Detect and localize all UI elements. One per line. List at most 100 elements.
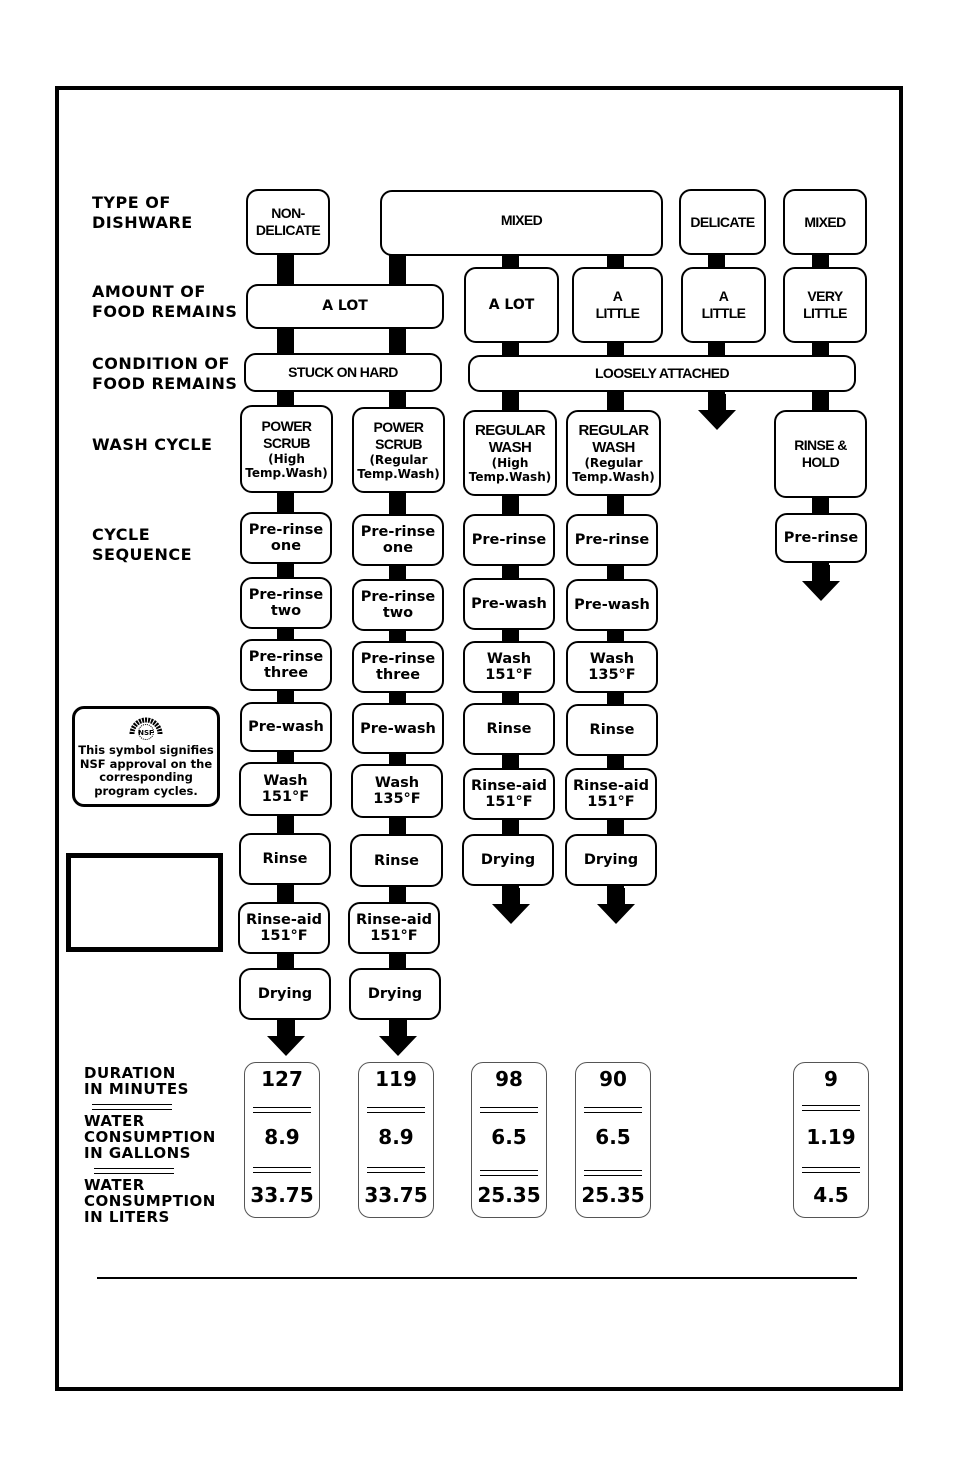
gallons-value: 8.9 <box>378 1125 414 1149</box>
duration-value: 9 <box>824 1067 838 1091</box>
label-wash-cycle: WASH CYCLE <box>92 435 213 454</box>
arrow-down-icon <box>379 1020 417 1056</box>
stats-box: 90 6.5 25.35 <box>575 1062 651 1218</box>
amount-a-little-1: A LITTLE <box>572 267 663 343</box>
cycle-name: POWER SCRUB <box>261 418 312 451</box>
double-line <box>802 1105 860 1111</box>
cycle-power-scrub-regular: POWER SCRUB (Regular Temp.Wash) <box>352 407 445 493</box>
arrow-down-icon <box>802 565 840 601</box>
step-box: Pre-rinse one <box>352 514 444 566</box>
step-box: Wash 151°F <box>463 641 555 693</box>
step-box: Drying <box>565 834 657 886</box>
dishware-delicate: DELICATE <box>679 189 766 255</box>
step-box: Pre-wash <box>352 703 444 754</box>
step-box: Rinse-aid 151°F <box>348 902 440 954</box>
cycle-subtitle: (High Temp.Wash) <box>245 452 328 480</box>
step-box: Wash 151°F <box>239 762 332 816</box>
step-box: Pre-rinse one <box>240 512 332 564</box>
step-box: Rinse <box>463 703 555 755</box>
double-line <box>584 1107 642 1113</box>
condition-loosely-attached: LOOSELY ATTACHED <box>468 355 856 392</box>
label-separator <box>94 1168 174 1174</box>
liters-value: 4.5 <box>813 1183 849 1207</box>
label-duration: DURATION IN MINUTES <box>84 1064 189 1098</box>
step-box: Pre-rinse <box>463 514 555 566</box>
label-cycle-sequence: CYCLE SEQUENCE <box>92 525 193 564</box>
cycle-name: REGULAR WASH <box>475 422 546 456</box>
amount-a-little-2: A LITTLE <box>681 267 766 343</box>
step-box: Pre-wash <box>240 702 332 752</box>
arrow-down-icon <box>492 888 530 924</box>
gallons-value: 8.9 <box>264 1125 300 1149</box>
stats-box: 9 1.19 4.5 <box>793 1062 869 1218</box>
step-box: Pre-rinse two <box>240 577 332 629</box>
duration-value: 127 <box>261 1067 303 1091</box>
arrow-down-icon <box>698 394 736 430</box>
step-box: Wash 135°F <box>566 641 658 693</box>
dishware-mixed-right: MIXED <box>783 189 867 255</box>
liters-value: 33.75 <box>250 1183 314 1207</box>
amount-very-little: VERY LITTLE <box>783 267 867 343</box>
label-separator <box>92 1104 172 1110</box>
nsf-note-text: This symbol signifies NSF approval on th… <box>78 743 214 798</box>
blank-box <box>66 853 223 952</box>
double-line <box>367 1167 425 1173</box>
step-box: Pre-rinse <box>566 514 658 566</box>
cycle-power-scrub-high: POWER SCRUB (High Temp.Wash) <box>240 405 333 493</box>
duration-value: 119 <box>375 1067 417 1091</box>
nsf-logo-text: NSF <box>138 729 154 737</box>
label-condition-of-food: CONDITION OF FOOD REMAINS <box>92 354 238 393</box>
double-line <box>480 1170 538 1176</box>
duration-value: 98 <box>495 1067 523 1091</box>
cycle-subtitle: (Regular Temp.Wash) <box>357 453 440 481</box>
amount-a-lot: A LOT <box>464 267 559 343</box>
amount-a-lot-wide: A LOT <box>246 284 444 329</box>
nsf-logo-icon: NSF <box>129 717 163 740</box>
cycle-name: POWER SCRUB <box>373 419 424 452</box>
stats-box: 119 8.9 33.75 <box>358 1062 434 1218</box>
double-line <box>802 1167 860 1173</box>
step-box: Drying <box>462 834 554 886</box>
label-amount-of-food: AMOUNT OF FOOD REMAINS <box>92 282 238 321</box>
label-gallons: WATER CONSUMPTION IN GALLONS <box>84 1112 216 1162</box>
step-box: Wash 135°F <box>351 764 443 818</box>
step-box: Pre-rinse <box>775 513 867 563</box>
dishware-non-delicate: NON- DELICATE <box>246 189 330 255</box>
double-line <box>253 1107 311 1113</box>
liters-value: 25.35 <box>477 1183 541 1207</box>
liters-value: 25.35 <box>581 1183 645 1207</box>
step-box: Rinse-aid 151°F <box>463 768 555 820</box>
cycle-regular-wash-high: REGULAR WASH (High Temp.Wash) <box>463 410 557 496</box>
stats-box: 127 8.9 33.75 <box>244 1062 320 1218</box>
dishware-mixed: MIXED <box>380 190 663 256</box>
cycle-regular-wash-regular: REGULAR WASH (Regular Temp.Wash) <box>566 410 661 496</box>
arrow-down-icon <box>267 1020 305 1056</box>
gallons-value: 1.19 <box>806 1125 856 1149</box>
condition-stuck-on-hard: STUCK ON HARD <box>244 353 442 392</box>
double-line <box>253 1167 311 1173</box>
label-liters: WATER CONSUMPTION IN LITERS <box>84 1176 216 1226</box>
gallons-value: 6.5 <box>491 1125 527 1149</box>
horizontal-rule <box>97 1277 857 1279</box>
step-box: Rinse-aid 151°F <box>238 902 330 954</box>
cycle-name: REGULAR WASH <box>578 422 650 456</box>
liters-value: 33.75 <box>364 1183 428 1207</box>
step-box: Pre-rinse two <box>352 579 444 631</box>
label-type-of-dishware: TYPE OF DISHWARE <box>92 193 193 232</box>
step-box: Rinse <box>239 833 331 885</box>
gallons-value: 6.5 <box>595 1125 631 1149</box>
step-box: Drying <box>239 968 331 1020</box>
cycle-rinse-and-hold: RINSE & HOLD <box>774 410 867 498</box>
stats-box: 98 6.5 25.35 <box>471 1062 547 1218</box>
step-box: Pre-rinse three <box>352 641 444 693</box>
double-line <box>367 1107 425 1113</box>
step-box: Pre-rinse three <box>240 639 332 691</box>
duration-value: 90 <box>599 1067 627 1091</box>
step-box: Rinse <box>566 704 658 756</box>
step-box: Rinse-aid 151°F <box>565 768 657 820</box>
step-box: Pre-wash <box>566 579 658 631</box>
cycle-subtitle: (High Temp.Wash) <box>468 456 552 484</box>
double-line <box>480 1107 538 1113</box>
arrow-down-icon <box>597 888 635 924</box>
step-box: Pre-wash <box>463 578 555 630</box>
